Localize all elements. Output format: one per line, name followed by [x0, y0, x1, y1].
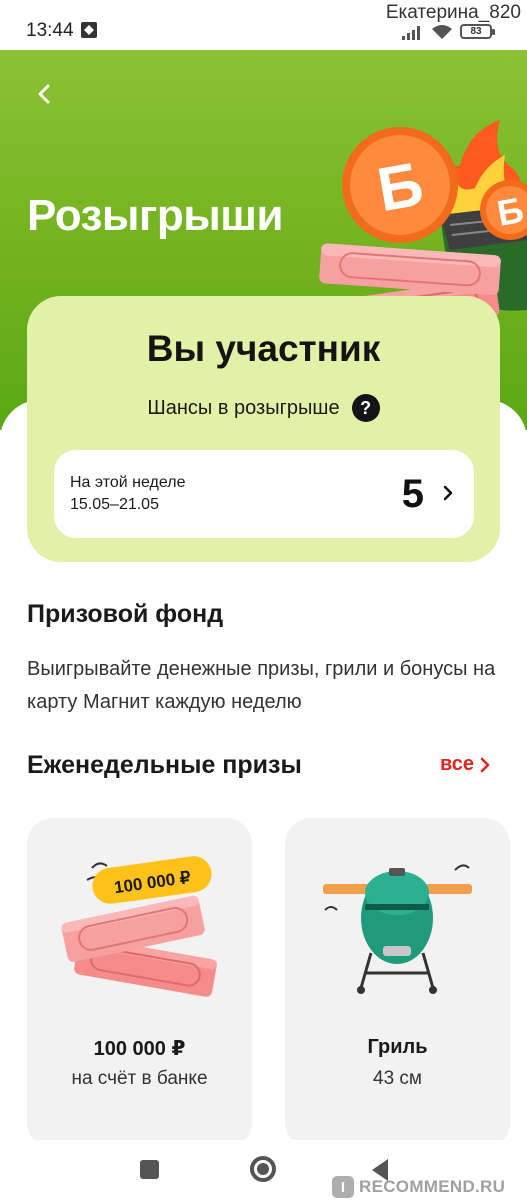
watermark: I RECOMMEND.RU: [332, 1176, 505, 1198]
money-stack-icon: 100 000 ₽: [61, 856, 217, 997]
all-prizes-link[interactable]: все: [440, 753, 490, 776]
chevron-right-icon: [480, 757, 490, 772]
watermark-text: RECOMMEND.RU: [359, 1177, 506, 1196]
page-title: Розыгрыши: [27, 191, 284, 240]
week-chances-card[interactable]: На этой неделе 15.05–21.05 5: [54, 450, 474, 538]
prize-fund-description: Выигрывайте денежные призы, грили и бону…: [27, 658, 496, 713]
wifi-icon: [432, 25, 452, 39]
chevron-left-icon: [38, 84, 50, 104]
prize-description: 43 см: [373, 1068, 422, 1089]
all-prizes-label: все: [440, 753, 475, 775]
weekly-prizes-title: Еженедельные призы: [27, 751, 302, 779]
week-dates: 15.05–21.05: [70, 496, 159, 513]
status-bar: 13:44 Екатерина_820 83: [0, 0, 527, 50]
prize-description: на счёт в банке: [71, 1068, 208, 1089]
week-label: На этой неделе: [70, 474, 186, 491]
chances-row: Шансы в розыгрыше ?: [27, 394, 500, 422]
participant-status: Вы участник: [146, 328, 381, 369]
home-button[interactable]: [250, 1156, 276, 1182]
prize-card-grill[interactable]: Гриль 43 см: [285, 818, 510, 1148]
watermark-badge: I: [332, 1176, 354, 1198]
help-icon[interactable]: ?: [351, 394, 380, 422]
participant-card: Вы участник Шансы в розыгрыше ? На этой …: [27, 296, 500, 562]
prize-fund-title: Призовой фонд: [27, 600, 224, 628]
recent-apps-button[interactable]: [140, 1160, 159, 1179]
signal-icon: [402, 26, 420, 40]
week-chances-count: 5: [401, 472, 424, 516]
grill-icon: [323, 864, 472, 994]
app-notification-icon: [81, 22, 97, 38]
battery-icon: 83: [460, 24, 495, 39]
prize-name: Гриль: [367, 1036, 428, 1058]
status-user-name: Екатерина_820: [385, 2, 521, 23]
prize-name: 100 000 ₽: [93, 1038, 186, 1060]
back-button[interactable]: [28, 78, 60, 110]
status-time: 13:44: [26, 20, 74, 41]
chevron-right-icon: [443, 485, 453, 501]
chances-label: Шансы в розыгрыше: [147, 396, 340, 419]
prize-card-money[interactable]: 100 000 ₽ 100 000 ₽ на счёт в банке: [27, 818, 252, 1148]
